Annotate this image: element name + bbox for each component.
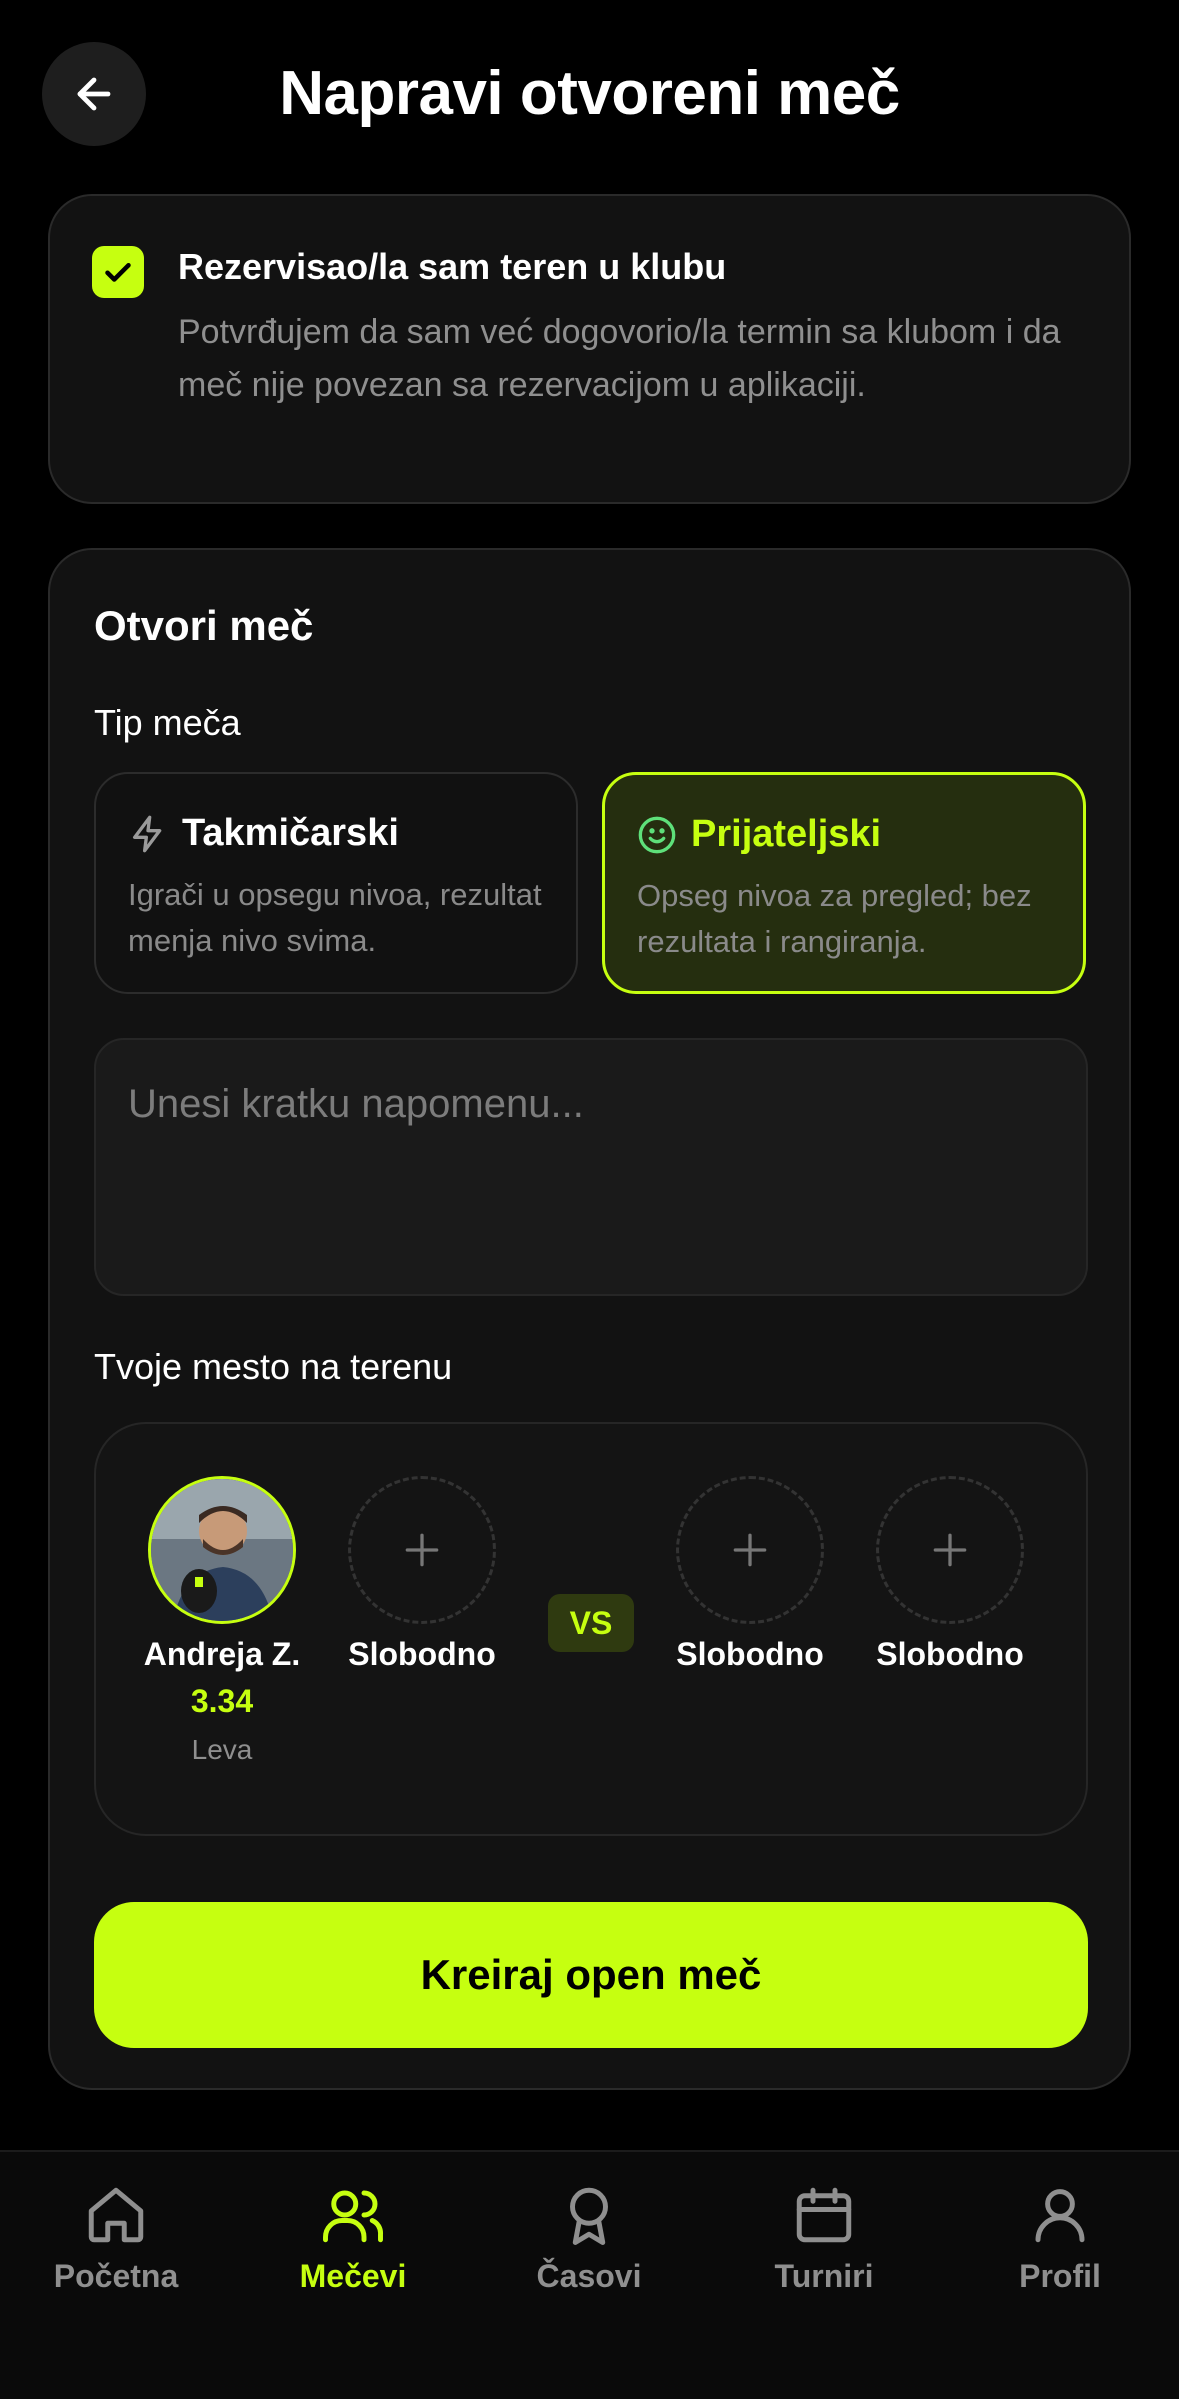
player-name: Slobodno <box>876 1636 1024 1672</box>
plus-icon <box>405 1533 439 1567</box>
smile-icon <box>638 816 676 853</box>
player-slot-1[interactable]: Andreja Z. 3.34 Leva <box>132 1476 312 1766</box>
plus-icon <box>933 1533 967 1567</box>
player-slot-3[interactable]: Slobodno <box>660 1476 840 1673</box>
player-rating: 3.34 <box>190 1683 254 1719</box>
match-type-competitive[interactable]: Takmičarski Igrači u opsegu nivoa, rezul… <box>94 772 578 994</box>
users-icon <box>323 2190 383 2243</box>
player-side: Leva <box>191 1734 253 1765</box>
bottom-tab-bar: Početna Mečevi Časovi Turniri Profil <box>0 2150 1179 2399</box>
player-slot-4[interactable]: Slobodno <box>860 1476 1040 1673</box>
tab-matches[interactable]: Mečevi <box>253 2182 453 2295</box>
club-booking-checkbox[interactable] <box>92 246 144 298</box>
award-icon <box>570 2187 608 2245</box>
match-type-description: Opseg nivoa za pregled; bez rezultata i … <box>637 878 1032 959</box>
home-icon <box>88 2187 144 2243</box>
page-title: Napravi otvoreni meč <box>279 59 900 128</box>
player-name: Slobodno <box>348 1636 496 1672</box>
note-input[interactable]: Unesi kratku napomenu... <box>94 1038 1088 1296</box>
match-type-label: Tip meča <box>94 702 241 743</box>
tab-profile[interactable]: Profil <box>960 2182 1160 2295</box>
tab-home[interactable]: Početna <box>16 2182 216 2295</box>
avatar <box>148 1476 296 1624</box>
club-booking-title: Rezervisao/la sam teren u klubu <box>178 246 727 287</box>
court-positions: Andreja Z. 3.34 Leva Slobodno VS Slobodn… <box>94 1422 1088 1836</box>
club-booking-description: Potvrđujem da sam već dogovorio/la termi… <box>178 313 1061 404</box>
vs-badge: VS <box>548 1594 634 1652</box>
note-placeholder: Unesi kratku napomenu... <box>128 1082 584 1126</box>
user-icon <box>1035 2189 1085 2243</box>
match-type-description: Igrači u opsegu nivoa, rezultat menja ni… <box>128 877 542 958</box>
player-name: Slobodno <box>676 1636 824 1672</box>
empty-slot-circle <box>876 1476 1024 1624</box>
tab-label: Početna <box>53 2258 179 2294</box>
tab-label: Turniri <box>774 2258 874 2294</box>
create-open-match-button[interactable]: Kreiraj open meč <box>94 1902 1088 2048</box>
lightning-icon <box>133 815 162 852</box>
plus-icon <box>733 1533 767 1567</box>
court-spot-label: Tvoje mesto na terenu <box>94 1346 453 1387</box>
tab-label: Profil <box>1019 2258 1101 2294</box>
player-slot-2[interactable]: Slobodno <box>332 1476 512 1673</box>
tab-label: Mečevi <box>299 2258 407 2294</box>
empty-slot-circle <box>676 1476 824 1624</box>
club-booking-confirm-card: Rezervisao/la sam teren u klubu Potvrđuj… <box>48 194 1131 504</box>
section-title: Otvori meč <box>94 602 314 649</box>
tab-lessons[interactable]: Časovi <box>489 2182 689 2295</box>
check-icon <box>105 263 131 282</box>
empty-slot-circle <box>348 1476 496 1624</box>
header: Napravi otvoreni meč <box>0 0 1179 190</box>
open-match-card: Otvori meč Tip meča Takmičarski Igrači u… <box>48 548 1131 2090</box>
player-name: Andreja Z. <box>143 1636 301 1672</box>
match-type-friendly[interactable]: Prijateljski Opseg nivoa za pregled; bez… <box>602 772 1086 994</box>
match-type-name: Prijateljski <box>691 813 882 855</box>
tab-tournaments[interactable]: Turniri <box>724 2182 924 2295</box>
player-photo <box>151 1479 293 1621</box>
match-type-name: Takmičarski <box>182 812 399 854</box>
tab-label: Časovi <box>536 2258 642 2294</box>
calendar-icon <box>796 2187 852 2243</box>
